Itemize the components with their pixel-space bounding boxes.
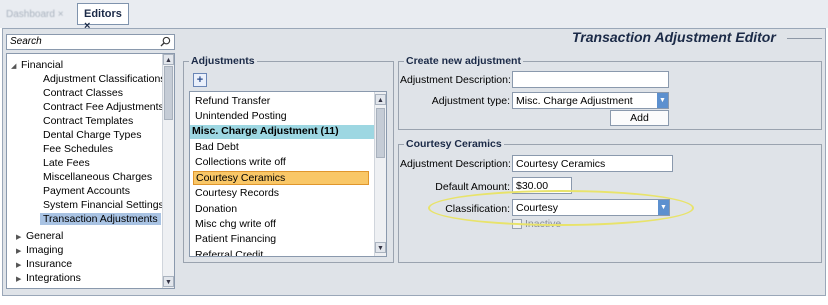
list-item[interactable]: Unintended Posting (195, 110, 287, 122)
list-item[interactable]: Collections write off (195, 156, 286, 168)
collapsed-arrow-icon[interactable]: ▶ (16, 233, 26, 241)
collapsed-arrow-icon[interactable]: ▶ (16, 247, 26, 255)
tree-item-late-fees[interactable]: Late Fees (43, 157, 90, 169)
tree-node-integrations[interactable]: ▶ Integrations (16, 272, 81, 284)
collapsed-arrow-icon[interactable]: ▶ (16, 261, 26, 269)
tree-item-fee-schedules[interactable]: Fee Schedules (43, 143, 113, 155)
add-button[interactable]: Add (610, 110, 669, 126)
tree-item-miscellaneous-charges[interactable]: Miscellaneous Charges (43, 171, 152, 183)
tree-item-system-financial-settings[interactable]: System Financial Settings (43, 199, 164, 211)
search-placeholder: Search (10, 36, 42, 47)
tree-item-payment-accounts[interactable]: Payment Accounts (43, 185, 130, 197)
scroll-up-icon[interactable]: ▲ (163, 54, 174, 65)
expanded-arrow-icon[interactable]: ◢ (11, 62, 21, 70)
search-input[interactable]: Search (6, 34, 175, 50)
scroll-down-icon[interactable]: ▼ (375, 242, 386, 253)
new-description-label: Adjustment Description: (400, 74, 511, 86)
editor-title: Transaction Adjustment Editor (572, 29, 776, 45)
tab-editors[interactable]: Editors × (77, 3, 129, 32)
tree-node-financial[interactable]: ◢ Financial (11, 59, 63, 71)
list-item[interactable]: Courtesy Records (195, 187, 279, 199)
tab-bar: Dashboard × Editors × (0, 0, 828, 32)
plus-icon: + (196, 74, 204, 86)
tree-item-transaction-adjustments[interactable]: Transaction Adjustments (40, 213, 161, 225)
default-amount-label: Default Amount: (435, 181, 510, 193)
tree-item-dental-charge-types[interactable]: Dental Charge Types (43, 129, 141, 141)
adjustment-type-value: Misc. Charge Adjustment (516, 95, 633, 107)
scroll-up-icon[interactable]: ▲ (375, 94, 386, 105)
add-adjustment-button[interactable]: + (193, 73, 207, 87)
tree-node-general[interactable]: ▶ General (16, 230, 63, 242)
title-rule (787, 38, 822, 39)
list-item[interactable]: Patient Financing (195, 233, 276, 245)
detail-description-field[interactable]: Courtesy Ceramics (512, 155, 673, 172)
adjustment-type-label: Adjustment type: (431, 95, 510, 107)
tree-scrollbar[interactable]: ▲ ▼ (162, 54, 174, 288)
list-item-selected[interactable]: Courtesy Ceramics (193, 171, 369, 185)
new-description-field[interactable] (512, 71, 669, 88)
adjustment-type-select[interactable]: Misc. Charge Adjustment ▼ (512, 92, 669, 109)
adjustment-detail-group-label: Courtesy Ceramics (404, 138, 504, 150)
list-group-header[interactable]: Misc. Charge Adjustment (11) (190, 125, 376, 139)
list-item[interactable]: Refund Transfer (195, 95, 270, 107)
highlight-ring (428, 190, 694, 226)
adjustments-list[interactable]: Refund Transfer Unintended Posting Misc.… (189, 91, 387, 257)
scroll-thumb[interactable] (164, 66, 173, 120)
list-item[interactable]: Bad Debt (195, 141, 239, 153)
list-item[interactable]: Misc chg write off (195, 218, 276, 230)
scroll-thumb[interactable] (376, 108, 385, 158)
chevron-down-icon[interactable]: ▼ (657, 93, 668, 108)
tree-item-contract-fee-adjustments[interactable]: Contract Fee Adjustments (43, 101, 164, 113)
tree-node-imaging[interactable]: ▶ Imaging (16, 244, 63, 256)
settings-tree: ◢ Financial Adjustment Classifications Co… (6, 53, 175, 289)
scroll-down-icon[interactable]: ▼ (163, 276, 174, 287)
list-scrollbar[interactable]: ▲ ▼ (374, 92, 386, 256)
tree-item-contract-templates[interactable]: Contract Templates (43, 115, 133, 127)
list-item[interactable]: Referral Credit (195, 249, 263, 256)
tree-node-insurance[interactable]: ▶ Insurance (16, 258, 72, 270)
tree-item-contract-classes[interactable]: Contract Classes (43, 87, 123, 99)
collapsed-arrow-icon[interactable]: ▶ (16, 275, 26, 283)
list-item[interactable]: Donation (195, 203, 237, 215)
create-adjustment-group-label: Create new adjustment (404, 55, 523, 67)
adjustments-group-label: Adjustments (189, 55, 257, 67)
tree-item-adjustment-classifications[interactable]: Adjustment Classifications (43, 73, 166, 85)
tab-dashboard[interactable]: Dashboard × (6, 9, 64, 20)
search-icon[interactable] (160, 36, 171, 47)
detail-description-label: Adjustment Description: (400, 158, 511, 170)
